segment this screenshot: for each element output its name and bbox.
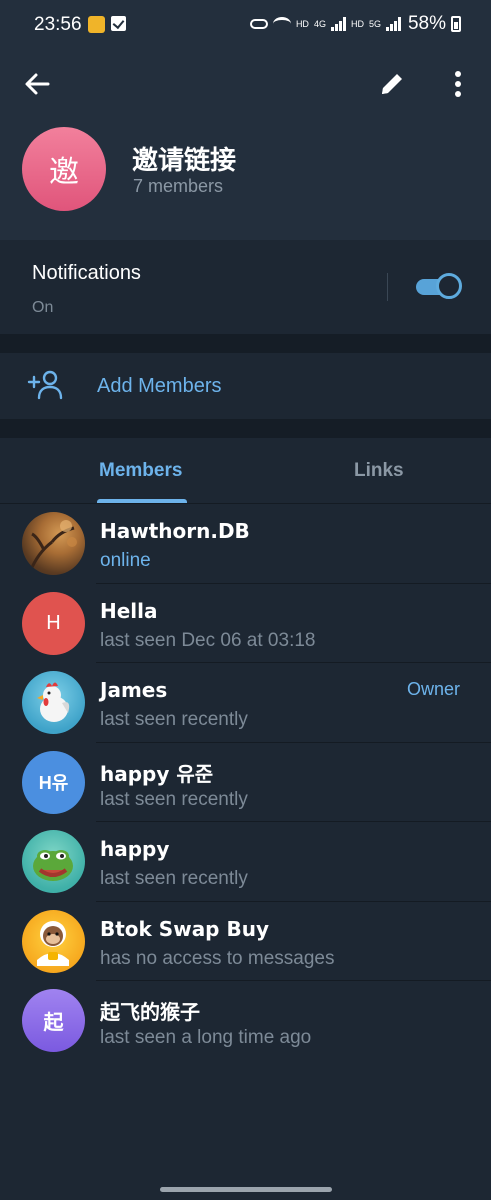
list-item[interactable]: H유 happy 유준 last seen recently [0,743,491,822]
member-status: last seen recently [100,709,248,730]
member-status: last seen recently [100,868,248,889]
avatar [22,830,85,893]
notification-app-icon [88,16,105,33]
wifi-icon [272,17,291,31]
member-status: last seen a long time ago [100,1027,312,1048]
member-status: online [100,550,151,571]
more-options-button[interactable] [440,64,476,104]
avatar [22,909,85,973]
monkey-coin-icon [37,920,69,966]
member-name: James [100,678,168,702]
avatar: H유 [22,750,85,814]
list-item[interactable]: James last seen recently Owner [0,663,491,743]
tab-bar: Members Links [0,438,491,504]
notifications-label: Notifications [32,262,141,284]
pencil-icon [382,74,402,94]
members-list: Hawthorn.DB online H Hella last seen Dec… [0,504,491,1061]
hd-label-2: HD [350,19,364,29]
avatar [22,512,85,575]
back-button[interactable] [18,64,58,104]
add-user-icon [27,370,63,400]
pepe-frog-icon [33,850,73,881]
signal-icon [330,17,346,31]
member-name: happy 유준 [100,761,214,786]
avatar: 起 [22,989,85,1052]
status-bar: 23:56 HD 4G HD 5G 58% [0,0,491,52]
network-type-label: 4G [313,19,326,29]
group-avatar-initial: 邀 [49,155,79,190]
list-item[interactable]: Btok Swap Buy has no access to messages [0,902,491,981]
photo-autumn-tree-icon [28,520,77,573]
member-status: last seen recently [100,788,248,810]
notifications-toggle[interactable] [416,273,462,301]
member-name: 起飞的猴子 [100,1000,200,1024]
checkbox-notification-icon [111,16,126,31]
member-status: has no access to messages [100,947,335,969]
network-type-label-2: 5G [368,19,381,29]
tab-members[interactable]: Members [99,460,182,482]
member-name: Btok Swap Buy [100,916,269,941]
member-name: happy [100,837,170,861]
add-members-label: Add Members [97,375,222,397]
avatar-initial: H유 [38,773,69,793]
list-item[interactable]: happy last seen recently [0,822,491,902]
signal-icon-2 [385,17,401,31]
home-indicator[interactable] [160,1187,332,1192]
hd-label: HD [295,19,309,29]
notifications-row[interactable]: Notifications On [0,240,491,334]
owner-badge: Owner [406,679,460,699]
member-name: Hawthorn.DB [100,519,250,543]
list-item[interactable]: 起 起飞的猴子 last seen a long time ago [0,981,491,1061]
group-avatar[interactable]: 邀 [22,127,106,211]
group-header: 邀 邀请链接 7 members [0,52,491,240]
rooster-icon [37,682,70,722]
add-members-button[interactable]: Add Members [0,353,491,419]
group-title: 邀请链接 [132,146,237,176]
list-item[interactable]: Hawthorn.DB online [0,504,491,584]
vpn-key-icon [249,19,268,29]
battery-icon [451,16,461,32]
tab-links[interactable]: Links [354,460,404,482]
section-spacer [0,334,491,353]
section-spacer [0,419,491,438]
edit-button[interactable] [372,64,412,104]
notifications-value: On [32,299,54,316]
avatar-initial: H [46,611,61,634]
list-item[interactable]: H Hella last seen Dec 06 at 03:18 [0,584,491,663]
avatar-initial: 起 [43,1010,64,1034]
member-count: 7 members [133,176,224,196]
avatar [22,671,85,734]
more-vertical-icon [455,71,461,97]
status-time: 23:56 [34,14,82,35]
active-tab-indicator [97,499,187,503]
arrow-left-icon [25,73,50,95]
member-name: Hella [100,598,158,623]
avatar: H [22,591,85,655]
battery-percent: 58% [407,13,446,34]
divider [387,273,388,301]
member-status: last seen Dec 06 at 03:18 [100,629,316,651]
